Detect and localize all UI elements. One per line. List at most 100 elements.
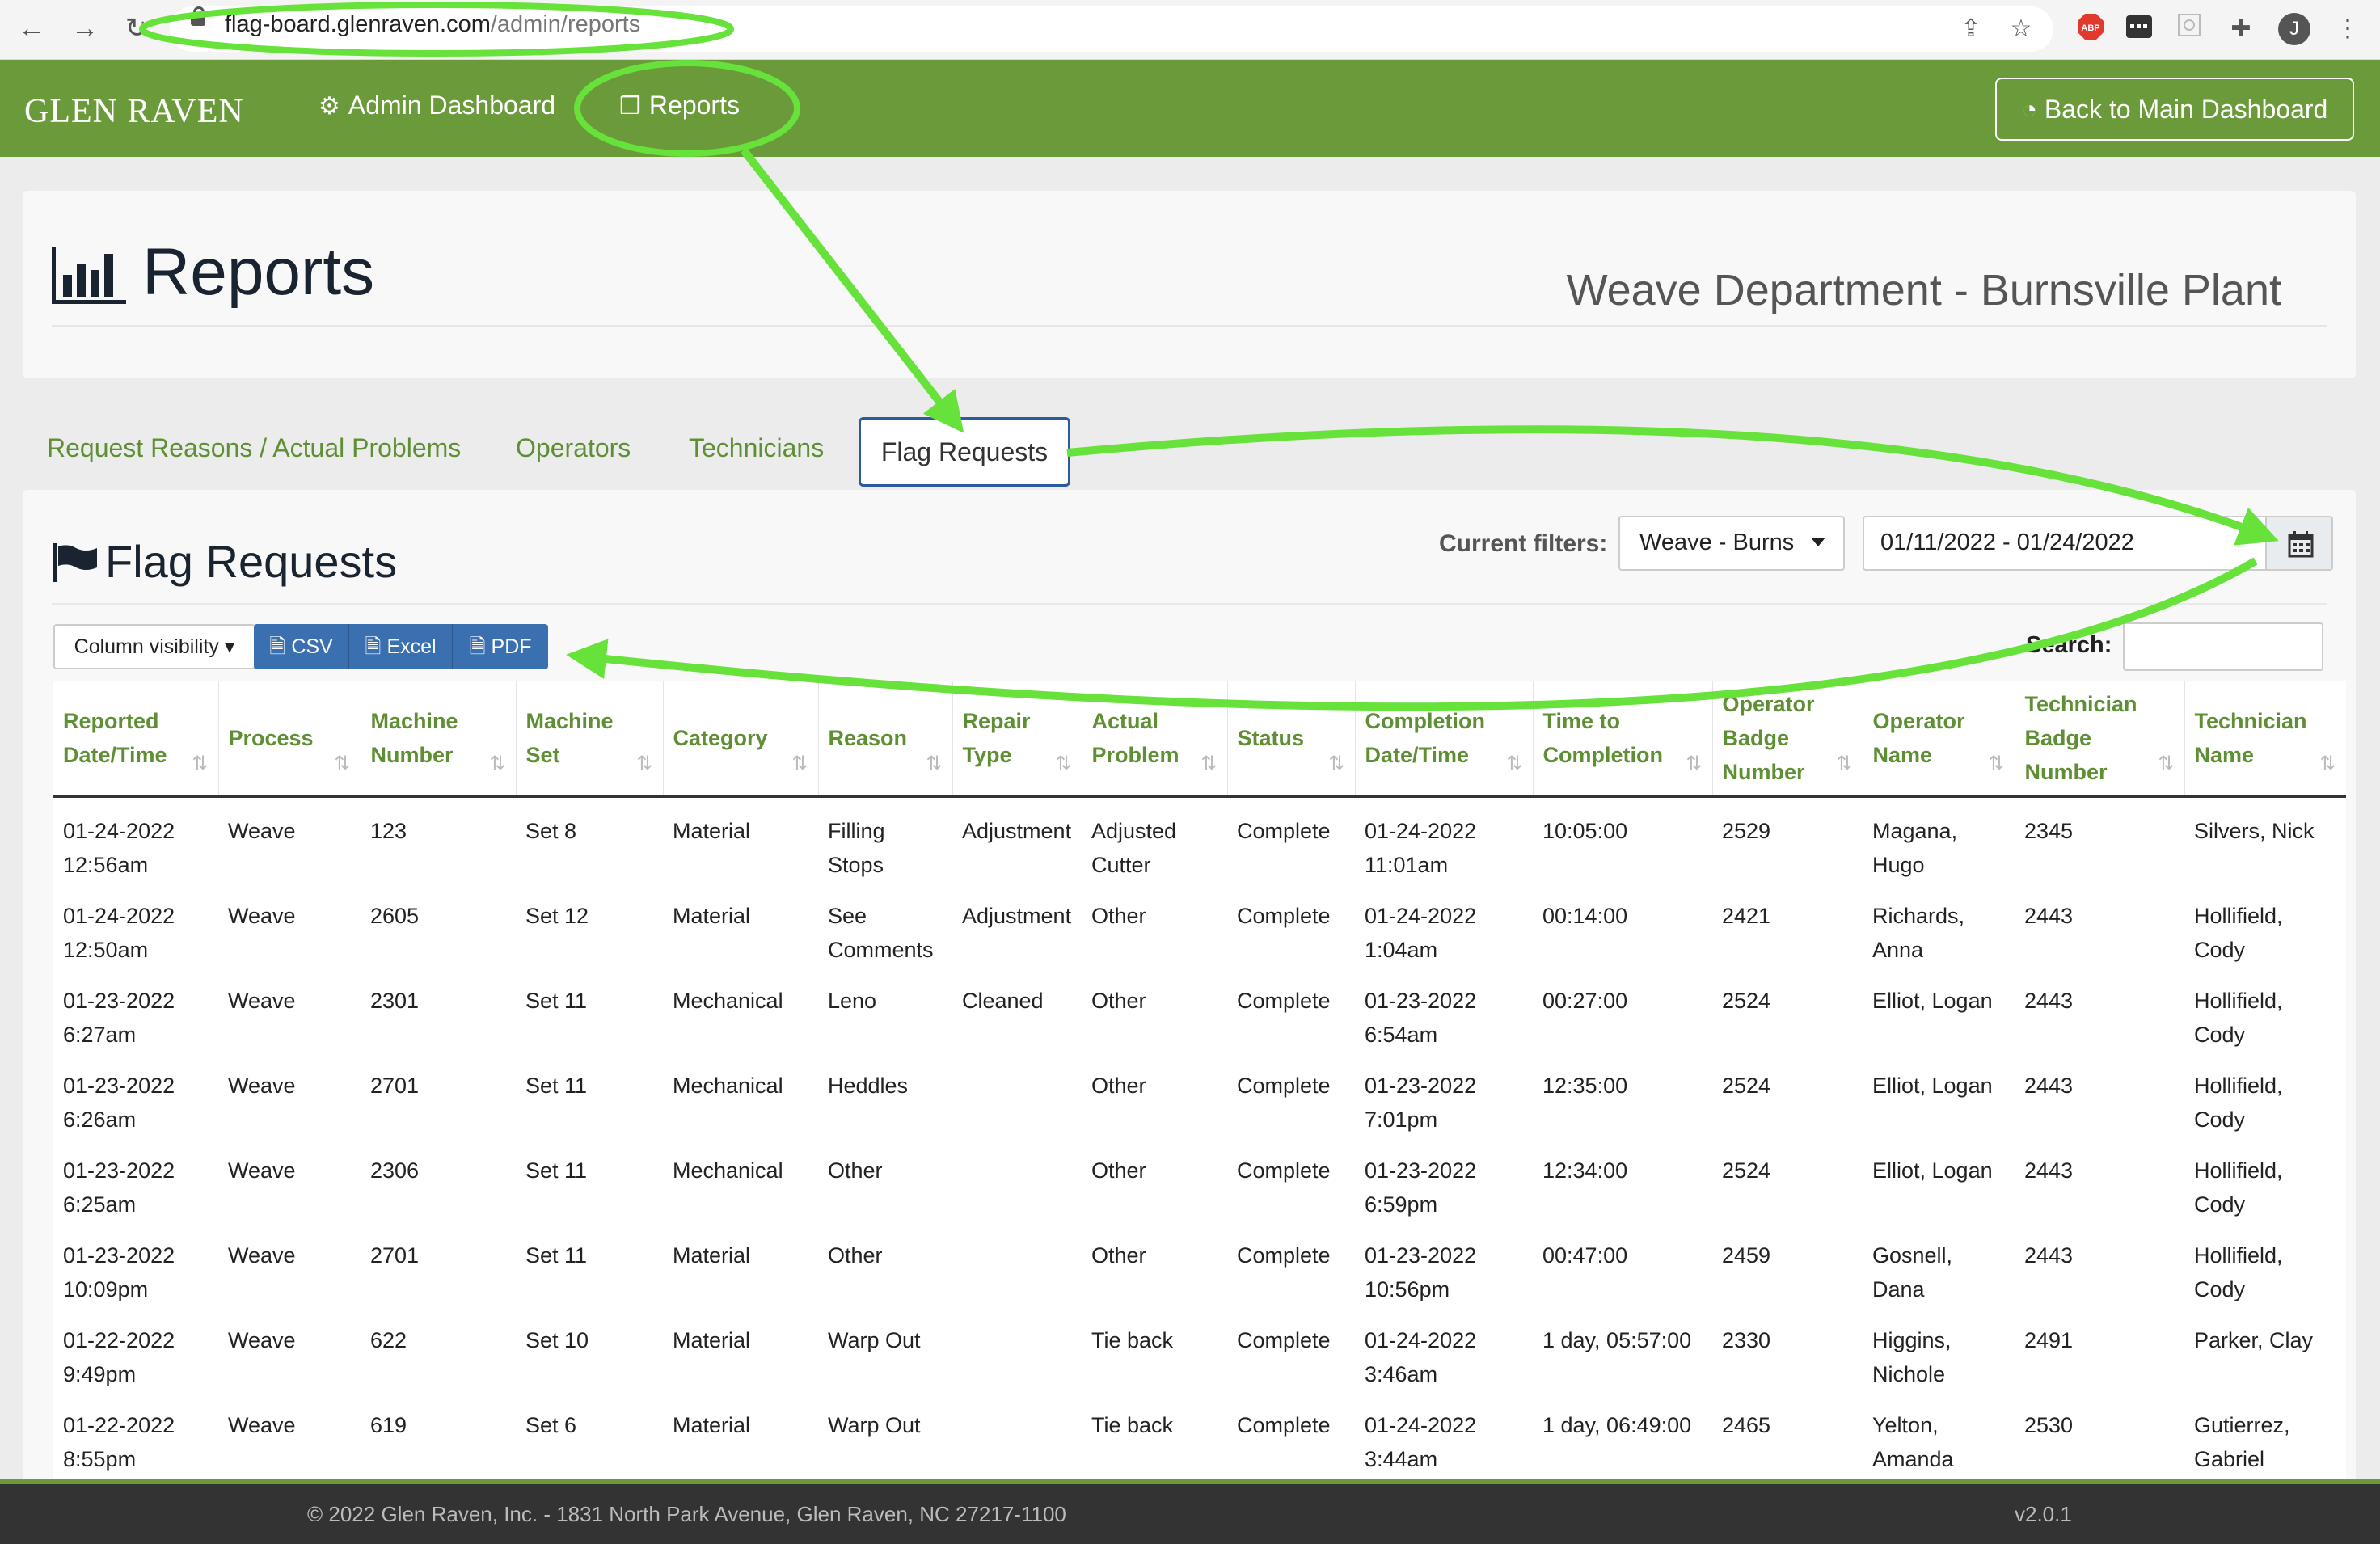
table-cell: 2330 [1722, 1328, 1771, 1352]
table-cell: Adjustment [962, 819, 1072, 843]
table-cell: Complete [1237, 1243, 1331, 1268]
tab-technicians[interactable]: Technicians [689, 433, 824, 463]
date-range-input[interactable]: 01/11/2022 - 01/24/2022 [1863, 516, 2267, 571]
sort-icon[interactable]: ⇅ [192, 747, 208, 781]
table-cell: 01-23-2022 6:54am [1365, 989, 1477, 1047]
menu-kebab-icon[interactable]: ⋮ [2331, 13, 2364, 45]
column-header[interactable]: Machine Set ⇅ [516, 681, 664, 798]
sort-icon[interactable]: ⇅ [2319, 747, 2336, 781]
table-cell: Weave [228, 1413, 296, 1437]
sort-icon[interactable]: ⇅ [636, 747, 652, 781]
table-cell: 00:47:00 [1542, 1243, 1628, 1268]
caret-down-icon [1811, 538, 1825, 546]
table-cell: 2345 [2024, 819, 2074, 843]
column-header[interactable]: Technician Badge Number ⇅ [2015, 681, 2185, 798]
column-header[interactable]: Reason ⇅ [818, 681, 953, 798]
extension-icon[interactable] [2123, 13, 2155, 45]
sort-icon[interactable]: ⇅ [489, 747, 505, 781]
forward-arrow-icon[interactable]: → [65, 8, 105, 49]
table-cell: Material [673, 904, 751, 928]
sort-icon[interactable]: ⇅ [1686, 747, 1702, 781]
table-row: 01-24-2022 12:56am Weave 123 Set 8 Material F… [53, 797, 2346, 884]
sort-icon[interactable]: ⇅ [1328, 747, 1344, 781]
sort-icon[interactable]: ⇅ [926, 747, 942, 781]
column-header[interactable]: Completion Date/Time ⇅ [1355, 681, 1534, 798]
table-cell: Other [1091, 1158, 1146, 1183]
table-cell: 2491 [2024, 1328, 2074, 1352]
current-filters-label: Current filters: [1439, 530, 1608, 557]
table-cell: Complete [1237, 1074, 1331, 1098]
column-header[interactable]: Time to Completion ⇅ [1533, 681, 1713, 798]
column-header[interactable]: Actual Problem ⇅ [1082, 681, 1228, 798]
column-header[interactable]: Operator Name ⇅ [1863, 681, 2015, 798]
avatar-letter: J [2289, 18, 2299, 40]
table-cell: Weave [228, 819, 296, 843]
table-cell: Yelton, Amanda [1872, 1413, 1954, 1471]
sort-icon[interactable]: ⇅ [1988, 747, 2004, 781]
table-cell: Warp Out [828, 1413, 921, 1437]
column-header[interactable]: Technician Name ⇅ [2184, 681, 2346, 798]
pdf-file-icon: 🗎 [469, 635, 486, 658]
export-pdf-button[interactable]: 🗎 PDF [453, 624, 548, 669]
nav-admin-dashboard[interactable]: ⚙ Admin Dashboard [319, 91, 555, 120]
sort-icon[interactable]: ⇅ [334, 747, 350, 781]
adblock-icon[interactable]: ABP [2074, 13, 2107, 45]
table-cell: 2421 [1722, 904, 1771, 928]
column-header[interactable]: Status ⇅ [1227, 681, 1356, 798]
back-to-main-dashboard-button[interactable]: ◔ Back to Main Dashboard [1995, 78, 2354, 141]
tab-operators[interactable]: Operators [516, 433, 631, 463]
back-arrow-icon[interactable]: ← [11, 8, 52, 49]
sort-icon[interactable]: ⇅ [1055, 747, 1071, 781]
column-header[interactable]: Operator Badge Number ⇅ [1712, 681, 1863, 798]
table-cell: Hollifield, Cody [2194, 989, 2283, 1047]
profile-avatar[interactable]: J [2278, 13, 2310, 45]
sort-icon[interactable]: ⇅ [1201, 747, 1217, 781]
section-title: Flag Requests [105, 536, 398, 587]
table-row: 01-22-2022 8:55pm Weave 619 Set 6 Material Wa… [53, 1392, 2346, 1477]
share-icon[interactable]: ⇪ [1955, 13, 1987, 45]
export-csv-button[interactable]: 🗎 CSV [254, 624, 349, 669]
column-header[interactable]: Reported Date/Time ⇅ [53, 681, 219, 798]
sort-icon[interactable]: ⇅ [791, 747, 808, 781]
department-title: Weave Department - Burnsville Plant [1566, 266, 2281, 314]
column-header[interactable]: Category ⇅ [663, 681, 819, 798]
column-header-label: Reason [828, 726, 908, 750]
table-cell: Parker, Clay [2194, 1328, 2314, 1352]
table-cell: 2530 [2024, 1413, 2074, 1437]
table-cell: Tie back [1091, 1328, 1174, 1352]
search-input[interactable] [2123, 622, 2323, 671]
footer-copyright: © 2022 Glen Raven, Inc. - 1831 North Par… [307, 1502, 1066, 1526]
table-cell: Material [673, 1328, 751, 1352]
column-visibility-button[interactable]: Column visibility ▾ [53, 624, 255, 669]
nav-reports[interactable]: ❐ Reports [619, 91, 740, 120]
table-cell: Filling Stops [828, 819, 885, 877]
table-cell: 01-23-2022 7:01pm [1365, 1074, 1477, 1132]
table-cell: Higgins, Nichole [1872, 1328, 1952, 1386]
table-cell: 2701 [370, 1243, 420, 1268]
column-header[interactable]: Process ⇅ [218, 681, 361, 798]
column-header-label: Category [673, 726, 768, 750]
bookmark-star-icon[interactable]: ☆ [2005, 13, 2037, 45]
reload-icon[interactable]: ↻ [116, 8, 157, 49]
browser-toolbar: ← → ↻ flag-board.glenraven.com/admin/rep… [0, 0, 2380, 60]
calendar-button[interactable] [2267, 516, 2333, 571]
sort-icon[interactable]: ⇅ [2158, 747, 2174, 781]
sort-icon[interactable]: ⇅ [1836, 747, 1852, 781]
export-excel-button[interactable]: 🗎 Excel [349, 624, 453, 669]
header-divider [52, 325, 2327, 327]
table-cell: Leno [828, 989, 877, 1013]
table-cell: Elliot, Logan [1872, 1158, 1993, 1183]
column-header-label: Actual Problem [1091, 709, 1179, 767]
table-row: 01-23-2022 6:27am Weave 2301 Set 11 Mechanic… [53, 968, 2346, 1053]
tab-flag-requests[interactable]: Flag Requests [859, 417, 1070, 487]
table-cell: 00:14:00 [1542, 904, 1628, 928]
column-header[interactable]: Repair Type ⇅ [952, 681, 1082, 798]
column-header[interactable]: Machine Number ⇅ [361, 681, 517, 798]
table-cell: Warp Out [828, 1328, 921, 1352]
tab-request-reasons[interactable]: Request Reasons / Actual Problems [47, 433, 461, 463]
puzzle-extensions-icon[interactable]: ✚ [2225, 13, 2257, 45]
extension-grid-icon[interactable] [2173, 13, 2205, 45]
glen-raven-logo[interactable]: GLEN RAVEN [24, 92, 244, 131]
table-cell: 2524 [1722, 1074, 1771, 1098]
sort-icon[interactable]: ⇅ [1506, 747, 1522, 781]
